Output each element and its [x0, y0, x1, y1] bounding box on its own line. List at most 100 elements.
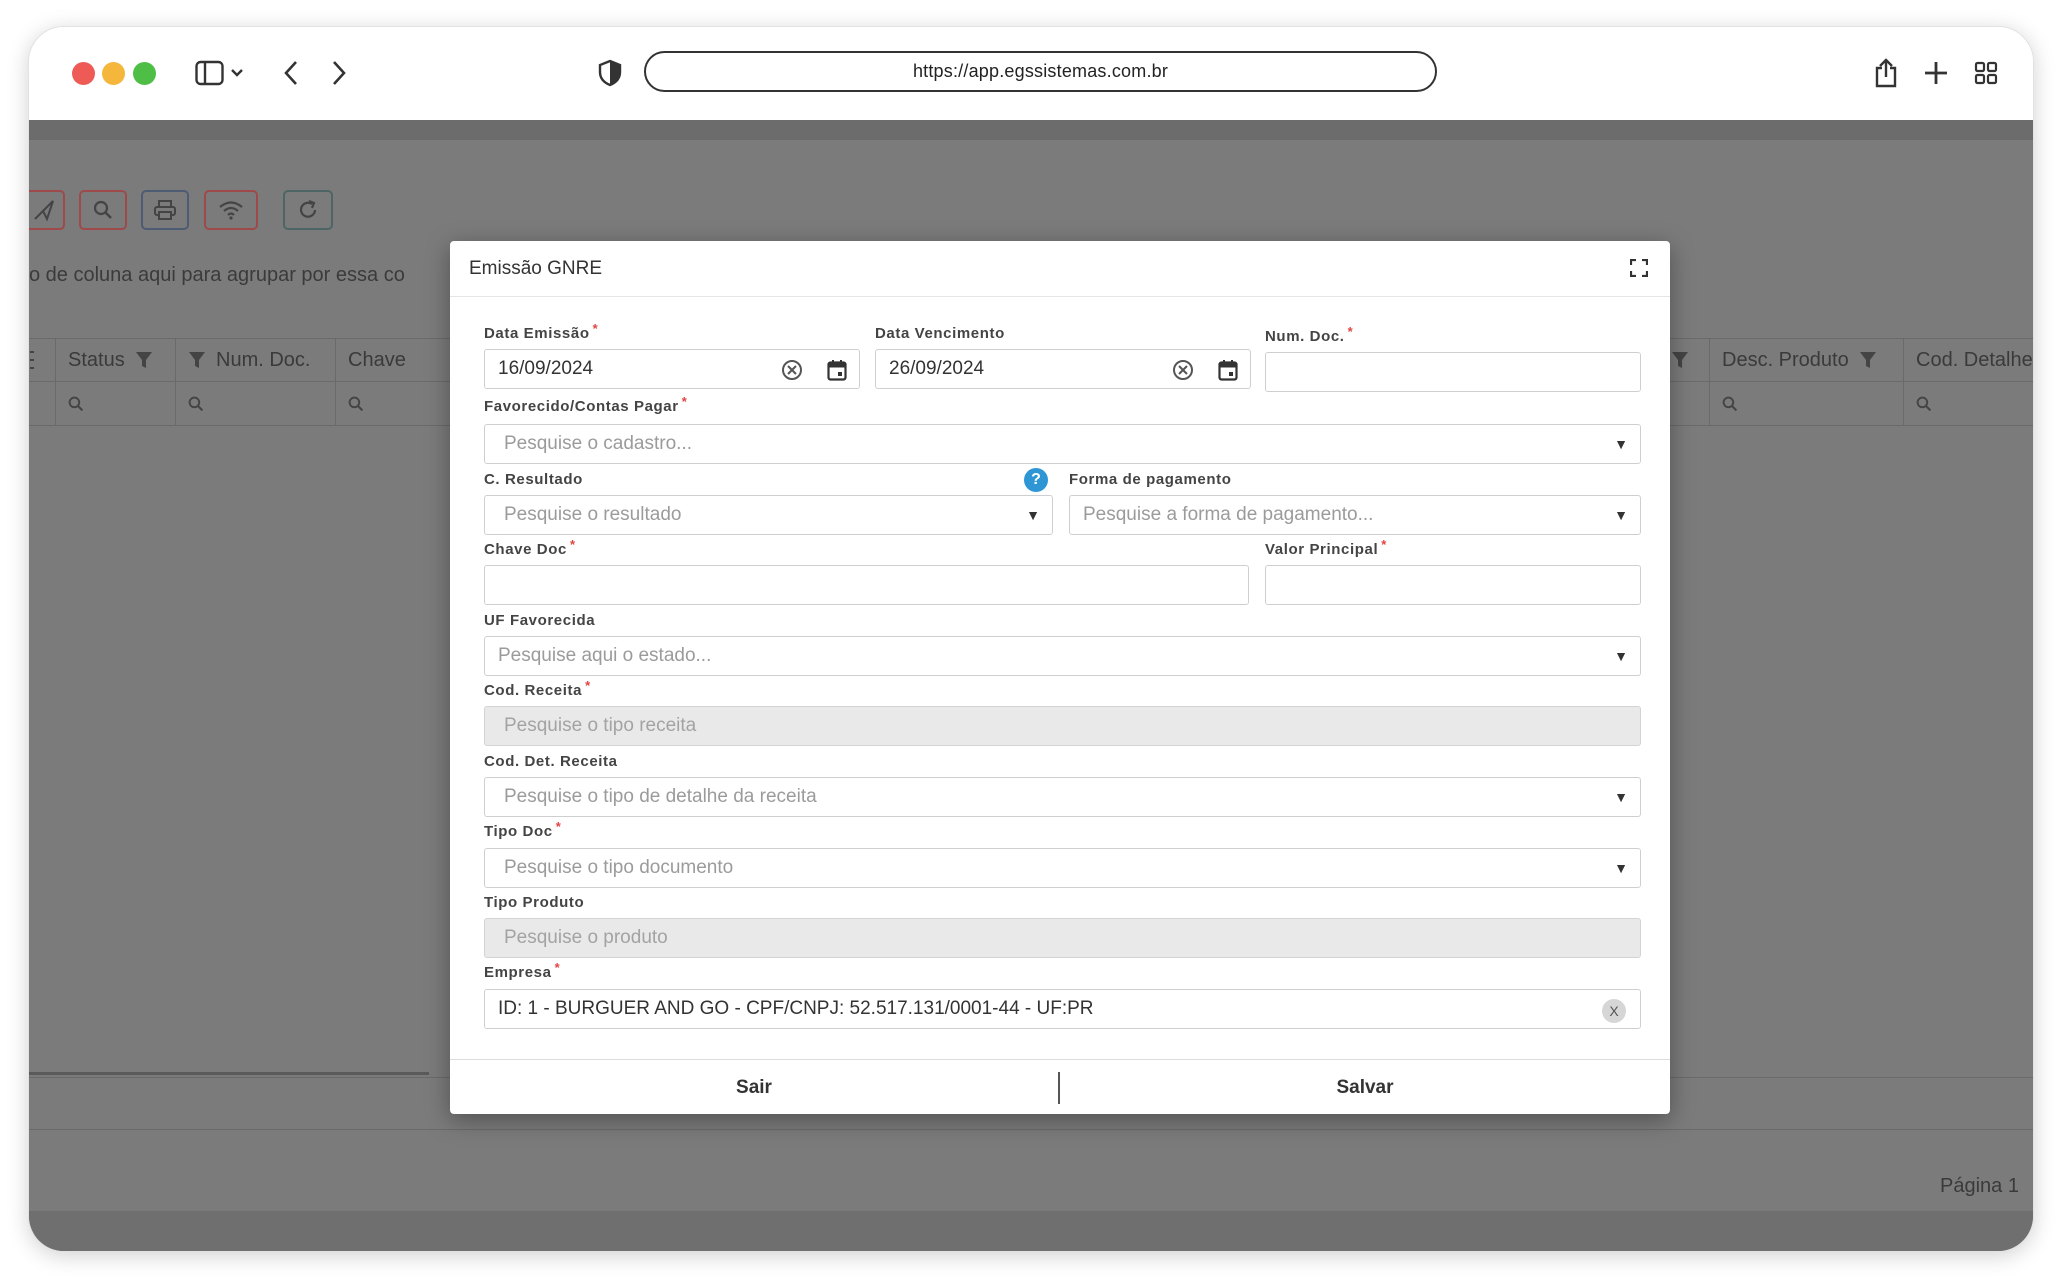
- gnre-modal: Emissão GNRE Data Emissão * 16/09/2024 Da…: [450, 241, 1670, 1114]
- column-cod-detalhe-label: Cod. Detalhe: [1916, 348, 2033, 371]
- search-icon: [1916, 396, 1932, 411]
- required-mark: *: [554, 960, 561, 975]
- required-mark: *: [592, 321, 599, 336]
- data-vencimento-input[interactable]: 26/09/2024: [875, 349, 1251, 389]
- chevron-left-icon: [284, 61, 297, 85]
- browser-window: https://app.egssistemas.com.br o de colu…: [28, 26, 2034, 1252]
- tipo-doc-select[interactable]: Pesquise o tipo documento ▼: [484, 848, 1641, 888]
- address-bar[interactable]: https://app.egssistemas.com.br: [644, 51, 1437, 92]
- shield-icon: [598, 59, 622, 87]
- printer-icon: [154, 200, 176, 220]
- back-button[interactable]: [279, 53, 303, 93]
- required-mark: *: [569, 537, 576, 552]
- send-icon: [34, 200, 54, 221]
- c-resultado-select[interactable]: Pesquise o resultado ▼: [484, 495, 1053, 535]
- search-icon: [188, 396, 204, 411]
- maximize-button[interactable]: [1629, 258, 1649, 282]
- chevron-down-icon: ▼: [1614, 436, 1628, 452]
- modal-footer: Sair Salvar: [450, 1059, 1670, 1114]
- filter-desc-produto[interactable]: [1709, 382, 1903, 425]
- column-chave[interactable]: Chave: [335, 339, 435, 381]
- favorecido-label: Favorecido/Contas Pagar *: [484, 394, 688, 415]
- column-cod-detalhe[interactable]: Cod. Detalhe: [1903, 339, 2033, 381]
- uf-favorecida-select[interactable]: Pesquise aqui o estado... ▼: [484, 636, 1641, 676]
- print-button[interactable]: [141, 190, 189, 230]
- close-window-button[interactable]: [72, 62, 95, 85]
- chevron-down-icon: ▼: [1026, 507, 1040, 523]
- maximize-window-button[interactable]: [133, 62, 156, 85]
- column-chave-label: Chave: [348, 348, 406, 371]
- valor-principal-input[interactable]: [1265, 565, 1641, 605]
- num-doc-input[interactable]: [1265, 352, 1641, 392]
- c-resultado-label: C. Resultado: [484, 471, 583, 488]
- share-icon: [1875, 58, 1897, 88]
- search-icon: [68, 396, 84, 411]
- calendar-icon[interactable]: [1218, 359, 1238, 387]
- clear-date-icon[interactable]: [1172, 359, 1194, 387]
- pager-label: Página 1: [1940, 1175, 2019, 1197]
- search-icon: [348, 396, 364, 411]
- horizontal-scrollbar[interactable]: [29, 1072, 429, 1075]
- filter-cod-detalhe[interactable]: [1903, 382, 2033, 425]
- favorecido-select[interactable]: Pesquise o cadastro... ▼: [484, 424, 1641, 464]
- chevron-right-icon: [333, 61, 346, 85]
- drag-handle-icon: [30, 351, 34, 369]
- cod-det-receita-label: Cod. Det. Receita: [484, 753, 618, 770]
- column-num-doc-label: Num. Doc.: [216, 348, 311, 371]
- tab-overview-button[interactable]: [1971, 53, 2001, 93]
- filter-chave[interactable]: [335, 382, 435, 425]
- app-header-band: [29, 120, 2033, 140]
- privacy-shield-button[interactable]: [595, 53, 625, 93]
- uf-favorecida-label: UF Favorecida: [484, 612, 596, 629]
- search-icon: [1722, 396, 1738, 411]
- chevron-down-icon: ▼: [1614, 507, 1628, 523]
- data-emissao-input[interactable]: 16/09/2024: [484, 349, 860, 389]
- forward-button[interactable]: [327, 53, 351, 93]
- funnel-icon[interactable]: [188, 351, 206, 369]
- modal-title: Emissão GNRE: [469, 258, 603, 279]
- empresa-select[interactable]: ID: 1 - BURGUER AND GO - CPF/CNPJ: 52.51…: [484, 989, 1641, 1029]
- chave-doc-label: Chave Doc *: [484, 537, 576, 558]
- wifi-button[interactable]: [204, 190, 258, 230]
- chave-doc-input[interactable]: [484, 565, 1249, 605]
- tipo-doc-label: Tipo Doc *: [484, 819, 562, 840]
- share-button[interactable]: [1871, 53, 1901, 93]
- plus-icon: [1925, 62, 1947, 84]
- browser-toolbar: https://app.egssistemas.com.br: [29, 27, 2033, 120]
- grid-drag-handle[interactable]: [29, 339, 53, 381]
- column-status[interactable]: Status: [55, 339, 175, 381]
- filter-num-doc[interactable]: [175, 382, 335, 425]
- group-by-hint: o de coluna aqui para agrupar por essa c…: [29, 264, 405, 286]
- column-desc-produto[interactable]: Desc. Produto: [1709, 339, 1903, 381]
- minimize-window-button[interactable]: [102, 62, 125, 85]
- app-footer-band: [29, 1211, 2033, 1251]
- cod-det-receita-select[interactable]: Pesquise o tipo de detalhe da receita ▼: [484, 777, 1641, 817]
- forma-pagamento-label: Forma de pagamento: [1069, 471, 1232, 488]
- num-doc-label: Num. Doc. *: [1265, 324, 1354, 345]
- valor-principal-label: Valor Principal *: [1265, 537, 1387, 558]
- new-tab-button[interactable]: [1921, 53, 1951, 93]
- required-mark: *: [585, 678, 591, 693]
- funnel-icon[interactable]: [135, 351, 153, 369]
- calendar-icon[interactable]: [827, 359, 847, 387]
- send-button[interactable]: [29, 190, 65, 230]
- forma-pagamento-select[interactable]: Pesquise a forma de pagamento... ▼: [1069, 495, 1641, 535]
- search-toolbar-button[interactable]: [79, 190, 127, 230]
- filter-status[interactable]: [55, 382, 175, 425]
- clear-date-icon[interactable]: [781, 359, 803, 387]
- help-icon[interactable]: ?: [1024, 468, 1048, 492]
- cod-receita-select: Pesquise o tipo receita: [484, 706, 1641, 746]
- save-button[interactable]: Salvar: [1060, 1060, 1670, 1115]
- required-mark: *: [1347, 324, 1354, 339]
- data-emissao-label: Data Emissão *: [484, 321, 599, 342]
- exit-button[interactable]: Sair: [450, 1060, 1058, 1115]
- funnel-icon[interactable]: [1859, 351, 1877, 369]
- column-num-doc[interactable]: Num. Doc.: [175, 339, 335, 381]
- chevron-down-icon: ▼: [1614, 860, 1628, 876]
- expand-icon: [1629, 258, 1649, 278]
- refresh-button[interactable]: [283, 190, 333, 230]
- sidebar-toggle-button[interactable]: [191, 53, 251, 93]
- funnel-icon[interactable]: [1671, 351, 1689, 369]
- grid-icon: [1974, 61, 1998, 85]
- clear-selection-button[interactable]: X: [1602, 999, 1626, 1023]
